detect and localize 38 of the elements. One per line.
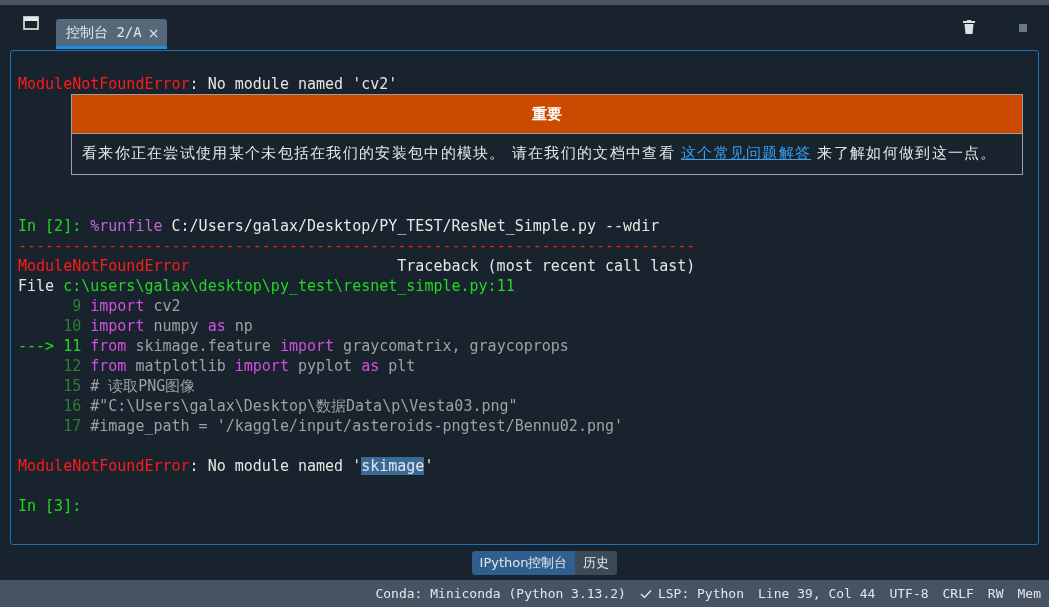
status-item: Conda: Miniconda (Python 3.13.2) — [375, 586, 626, 601]
line-number: 12 — [62, 356, 83, 376]
code-text: from matplotlib import pyplot as plt — [90, 356, 416, 376]
status-item: RW — [987, 586, 1004, 601]
trash-icon[interactable] — [963, 20, 975, 34]
code-text: #image_path = '/kaggle/input/asteroids-pngtest/Bennu02.png' — [90, 416, 624, 436]
current-line-arrow: ---> — [18, 336, 55, 356]
separator-line: --------------------------------------------------------------------------- — [18, 236, 697, 256]
line-number: 11 — [62, 336, 83, 356]
pane-tab[interactable]: IPython控制台 — [471, 550, 576, 575]
input-line: In [2]: %runfile C:/Users/galax/Desktop/PY_TEST/ResNet_Simple.py --wdir — [18, 216, 661, 236]
code-text: #"C:\Users\galax\Desktop\数据Data\p\Vesta03.png" — [90, 396, 518, 416]
status-item: Line 39, Col 44 — [758, 586, 876, 601]
close-icon[interactable]: × — [147, 24, 160, 41]
status-item: Mem — [1017, 586, 1041, 601]
traceback-label: Traceback (most recent call last) — [397, 256, 696, 276]
code-text: import numpy as np — [90, 316, 253, 336]
code-text: import cv2 — [90, 296, 181, 316]
faq-link[interactable]: 这个常见问题解答 — [680, 144, 812, 162]
code-text: # 读取PNG图像 — [90, 376, 196, 396]
input-line: In [3]: — [18, 496, 83, 516]
line-number: 16 — [62, 396, 83, 416]
error-line: ModuleNotFoundError: No module named 'skimage' — [18, 456, 435, 476]
error-name: ModuleNotFoundError — [18, 256, 190, 276]
window-icon[interactable] — [23, 16, 39, 30]
status-item: LSP: Python — [657, 586, 744, 601]
error-line: ModuleNotFoundError: No module named 'cv2' — [18, 74, 399, 94]
code-text: from skimage.feature import graycomatrix, graycoprops — [90, 336, 569, 356]
notice-text: 看来你正在尝试使用某个未包括在我们的安装包中的模块。 请在我们的文档中查看 这个常见问题解答 来了解如何做到这一点。 — [81, 143, 998, 164]
console-tab[interactable]: 控制台 2/A × — [56, 19, 168, 49]
line-number: 17 — [62, 416, 83, 436]
line-number: 15 — [62, 376, 83, 396]
output-line: File c:\users\galax\desktop\py_test\resnet_simple.py:11 — [18, 276, 516, 296]
line-number: 9 — [71, 296, 83, 316]
line-number: 10 — [62, 316, 83, 336]
status-item: UTF-8 — [889, 586, 929, 601]
status-item: CRLF — [942, 586, 974, 601]
notice-title: 重要 — [72, 95, 1022, 134]
